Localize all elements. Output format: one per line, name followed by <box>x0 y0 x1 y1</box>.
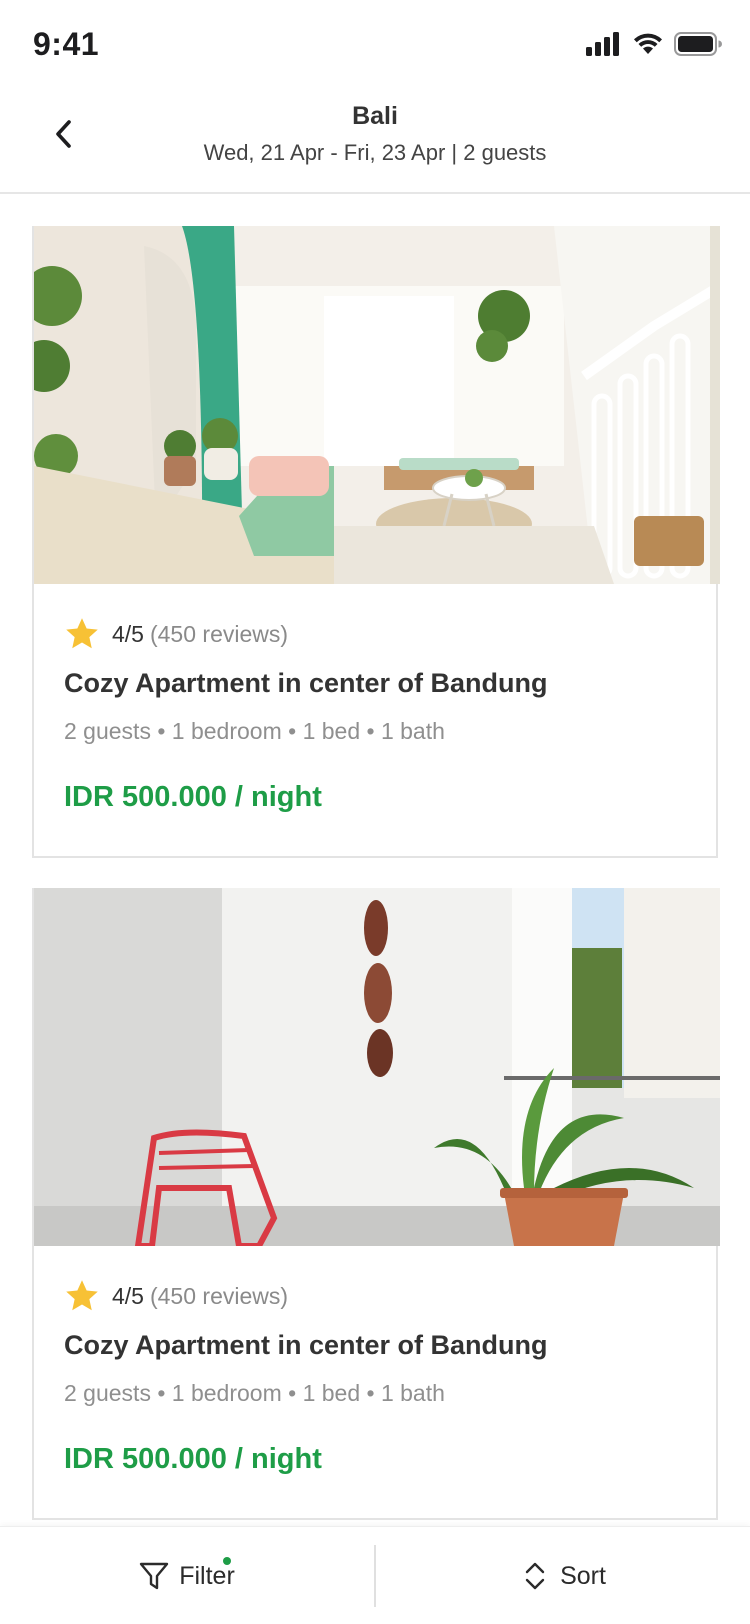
status-bar: 9:41 <box>0 0 750 90</box>
filter-active-dot <box>223 1557 231 1565</box>
rating-score: 4/5 <box>112 1282 144 1309</box>
listing-details: 4/5 (450 reviews) Cozy Apartment in cent… <box>34 1246 716 1518</box>
listing-card[interactable]: 4/5 (450 reviews) Cozy Apartment in cent… <box>32 888 720 1520</box>
listing-details: 4/5 (450 reviews) Cozy Apartment in cent… <box>34 584 716 856</box>
listing-price: IDR 500.000 / night <box>64 1443 322 1475</box>
search-summary: Wed, 21 Apr - Fri, 23 Apr | 2 guests <box>203 140 547 165</box>
star-icon <box>66 1280 98 1311</box>
listing-specs: 2 guests • 1 bedroom • 1 bed • 1 bath <box>64 1380 445 1406</box>
sort-icon <box>525 1562 545 1590</box>
page-title: Bali <box>352 102 398 130</box>
listing-title: Cozy Apartment in center of Bandung <box>64 668 548 698</box>
listing-specs: 2 guests • 1 bedroom • 1 bed • 1 bath <box>64 718 445 744</box>
filter-button[interactable]: Filter <box>0 1527 374 1624</box>
listing-title: Cozy Apartment in center of Bandung <box>64 1330 548 1360</box>
filter-label: Filter <box>179 1561 235 1590</box>
rating: 4/5 (450 reviews) <box>64 1278 288 1314</box>
sort-label: Sort <box>560 1561 606 1590</box>
listing-card[interactable]: 4/5 (450 reviews) Cozy Apartment in cent… <box>32 226 720 858</box>
sort-button[interactable]: Sort <box>376 1527 750 1624</box>
status-icons <box>586 32 722 56</box>
rating-score: 4/5 <box>112 620 144 647</box>
header: Bali Wed, 21 Apr - Fri, 23 Apr | 2 guest… <box>0 90 750 194</box>
rating: 4/5 (450 reviews) <box>64 616 288 652</box>
balcony-photo[interactable] <box>34 888 720 1246</box>
review-count: (450 reviews) <box>149 620 289 647</box>
star-icon <box>66 618 98 649</box>
living-room-photo[interactable] <box>34 226 720 584</box>
battery-icon <box>674 32 722 56</box>
status-time: 9:41 <box>33 26 100 62</box>
listing-price: IDR 500.000 / night <box>64 781 322 813</box>
bottom-action-bar: Filter Sort <box>0 1526 750 1624</box>
filter-icon <box>140 1562 169 1590</box>
wifi-icon <box>634 33 662 54</box>
review-count: (450 reviews) <box>149 1282 289 1309</box>
search-results-screen: 9:41 Bali Wed, 21 Apr - Fri, 23 Apr | 2 … <box>0 0 750 1624</box>
signal-icon <box>586 32 619 56</box>
